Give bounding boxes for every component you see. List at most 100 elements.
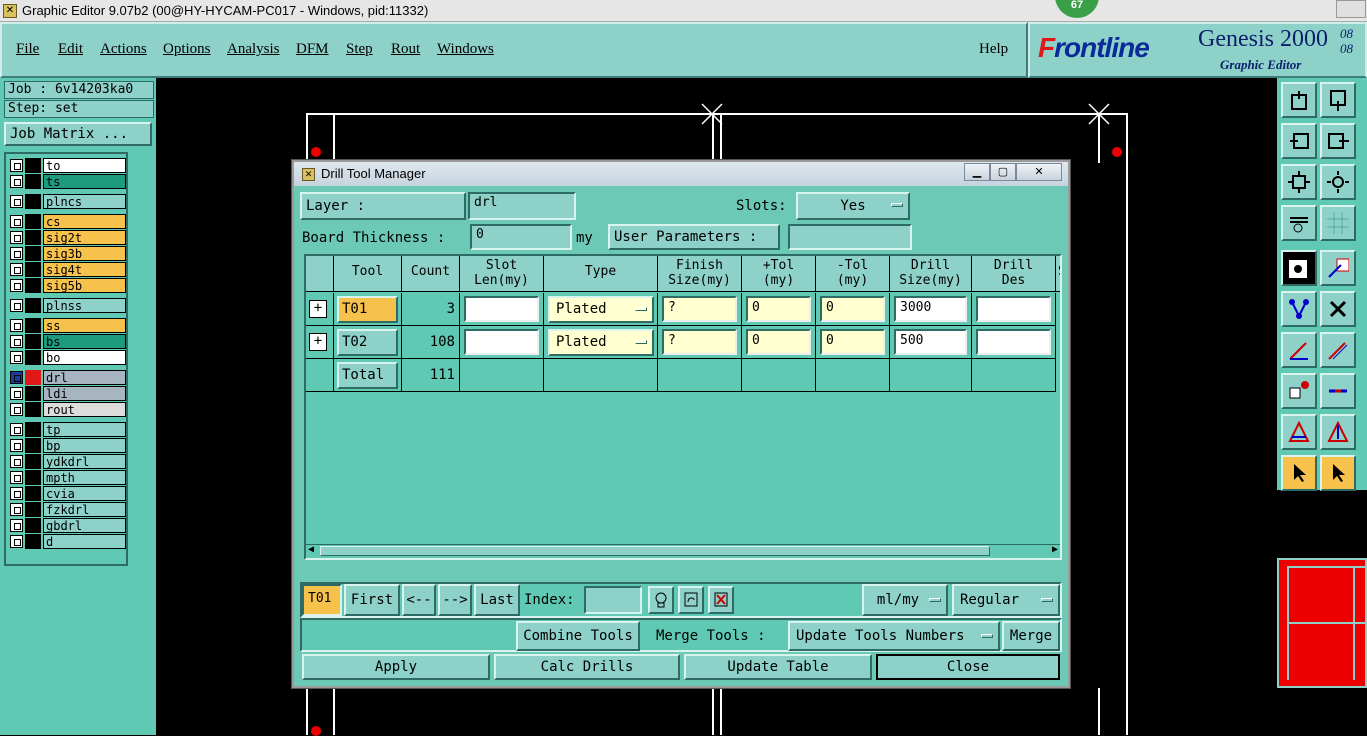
maximize-button[interactable]: ▢ <box>990 163 1016 181</box>
select-active-icon[interactable] <box>1320 455 1356 491</box>
close-button[interactable]: Close <box>876 654 1060 680</box>
tool-button[interactable]: T01 <box>337 296 398 323</box>
layer-row[interactable]: plncs <box>8 194 126 209</box>
layer-checkbox[interactable] <box>10 519 23 532</box>
layer-name[interactable]: bo <box>43 350 126 365</box>
layer-name[interactable]: rout <box>43 402 126 417</box>
layer-name[interactable]: ss <box>43 318 126 333</box>
layer-checkbox[interactable] <box>10 279 23 292</box>
layer-row[interactable]: rout <box>8 402 126 417</box>
minimize-button[interactable]: ▁ <box>964 163 990 181</box>
bulb-icon[interactable] <box>648 586 674 614</box>
merge-button[interactable]: Merge <box>1002 621 1060 651</box>
menu-edit[interactable]: Edit <box>58 41 83 58</box>
layer-checkbox[interactable] <box>10 371 23 384</box>
drill-size-input[interactable]: 3000 <box>894 296 967 322</box>
layer-row[interactable]: ldi <box>8 386 126 401</box>
layer-name[interactable]: cvia <box>43 486 126 501</box>
layer-row[interactable]: ydkdrl <box>8 454 126 469</box>
layer-checkbox[interactable] <box>10 439 23 452</box>
drill-size-input[interactable]: 500 <box>894 329 967 355</box>
layer-checkbox[interactable] <box>10 471 23 484</box>
minus-tol-input[interactable]: 0 <box>820 329 885 355</box>
slots-dropdown[interactable]: Yes <box>796 192 910 220</box>
layer-checkbox[interactable] <box>10 335 23 348</box>
layer-checkbox[interactable] <box>10 351 23 364</box>
move-down-icon[interactable] <box>1320 82 1356 118</box>
triangle-icon[interactable] <box>1281 414 1317 450</box>
layer-name[interactable]: d <box>43 534 126 549</box>
apply-button[interactable]: Apply <box>302 654 490 680</box>
snap-icon[interactable] <box>1281 250 1317 286</box>
merge-option-dropdown[interactable]: Update Tools Numbers <box>788 621 1000 651</box>
layer-name[interactable]: fzkdrl <box>43 502 126 517</box>
layer-name[interactable]: cs <box>43 214 126 229</box>
finish-size-input[interactable]: ? <box>662 296 737 322</box>
layer-row[interactable]: cvia <box>8 486 126 501</box>
tool-cell[interactable]: T01 <box>334 293 402 326</box>
layer-name[interactable]: ldi <box>43 386 126 401</box>
prev-button[interactable]: <-- <box>402 584 436 616</box>
layer-name[interactable]: plncs <box>43 194 126 209</box>
pad-icon[interactable] <box>1281 373 1317 409</box>
fit-view-icon[interactable] <box>1281 164 1317 200</box>
layer-row[interactable]: mpth <box>8 470 126 485</box>
layer-name[interactable]: plnss <box>43 298 126 313</box>
menu-options[interactable]: Options <box>163 41 211 58</box>
close-window-button[interactable]: ✕ <box>1016 163 1062 181</box>
layer-checkbox[interactable] <box>10 195 23 208</box>
layer-checkbox[interactable] <box>10 503 23 516</box>
layer-checkbox[interactable] <box>10 215 23 228</box>
layer-name[interactable]: sig3b <box>43 246 126 261</box>
layer-row[interactable]: tp <box>8 422 126 437</box>
first-button[interactable]: First <box>344 584 400 616</box>
layer-input[interactable]: drl <box>468 192 576 220</box>
index-input[interactable] <box>584 586 642 614</box>
layer-row[interactable]: drl <box>8 370 126 385</box>
expand-icon[interactable]: + <box>309 300 327 318</box>
minus-tol-input[interactable]: 0 <box>820 296 885 322</box>
layer-name[interactable]: sig4t <box>43 262 126 277</box>
user-parameters-input[interactable] <box>788 224 912 250</box>
slot-len-input[interactable] <box>464 329 539 355</box>
row-expand-cell[interactable]: + <box>306 326 334 359</box>
layer-checkbox[interactable] <box>10 247 23 260</box>
plus-tol-input[interactable]: 0 <box>746 296 811 322</box>
drill-des-input[interactable] <box>976 329 1051 355</box>
layer-name[interactable]: sig5b <box>43 278 126 293</box>
layer-checkbox[interactable] <box>10 487 23 500</box>
move-right-icon[interactable] <box>1320 123 1356 159</box>
feature-icon[interactable] <box>1320 250 1356 286</box>
scrollbar-thumb[interactable] <box>320 546 990 556</box>
update-table-button[interactable]: Update Table <box>684 654 872 680</box>
layer-row[interactable]: plnss <box>8 298 126 313</box>
units-dropdown[interactable]: ml/my <box>862 584 948 616</box>
menu-actions[interactable]: Actions <box>100 41 147 58</box>
board-preview-thumbnail[interactable] <box>1277 558 1367 688</box>
window-control-button[interactable] <box>1336 0 1366 18</box>
layer-name[interactable]: to <box>43 158 126 173</box>
board-thickness-input[interactable]: 0 <box>470 224 572 250</box>
draw-icon[interactable] <box>1320 332 1356 368</box>
dash-icon[interactable] <box>1320 373 1356 409</box>
table-horizontal-scrollbar[interactable]: ◀ ▶ <box>306 544 1060 558</box>
layer-checkbox[interactable] <box>10 263 23 276</box>
finish-size-input[interactable]: ? <box>662 329 737 355</box>
layer-row[interactable]: sig2t <box>8 230 126 245</box>
layer-name[interactable]: bp <box>43 438 126 453</box>
type-dropdown[interactable]: Plated <box>548 296 654 323</box>
layer-checkbox[interactable] <box>10 299 23 312</box>
layer-checkbox[interactable] <box>10 423 23 436</box>
combine-tools-button[interactable]: Combine Tools <box>516 621 640 651</box>
layer-name[interactable]: mpth <box>43 470 126 485</box>
layer-name[interactable]: bs <box>43 334 126 349</box>
layer-row[interactable]: sig3b <box>8 246 126 261</box>
menu-dfm[interactable]: DFM <box>296 41 329 58</box>
grid-icon[interactable] <box>1320 205 1356 241</box>
layer-checkbox[interactable] <box>10 535 23 548</box>
layer-name[interactable]: drl <box>43 370 126 385</box>
layer-row[interactable]: ts <box>8 174 126 189</box>
layer-row[interactable]: fzkdrl <box>8 502 126 517</box>
user-parameters-button[interactable]: User Parameters : <box>608 224 780 250</box>
layer-row[interactable]: bs <box>8 334 126 349</box>
